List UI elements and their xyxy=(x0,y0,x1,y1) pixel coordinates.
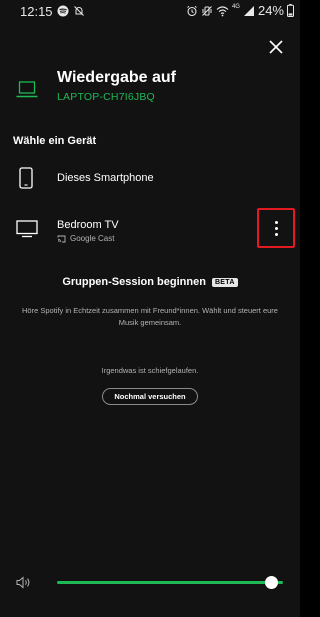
wifi-icon xyxy=(216,5,229,16)
error-message: Irgendwas ist schiefgelaufen. xyxy=(101,366,199,375)
volume-icon xyxy=(16,576,30,589)
tv-icon xyxy=(16,220,38,238)
alarm-icon xyxy=(187,5,197,16)
battery-percentage: 24% xyxy=(257,3,284,18)
spotify-icon xyxy=(57,5,69,17)
battery-icon xyxy=(287,4,294,17)
smartphone-icon xyxy=(19,167,33,189)
status-time: 12:15 xyxy=(20,4,53,19)
more-options-button[interactable] xyxy=(257,208,295,248)
playback-title: Wiedergabe auf xyxy=(57,69,176,86)
device-picker-screen: 12:15 4G 24% Wiedergabe auf LAPTOP-CH7I6… xyxy=(0,0,300,617)
network-type-label: 4G xyxy=(231,4,240,10)
device-name: Bedroom TV xyxy=(57,219,119,231)
more-options-icon xyxy=(274,220,278,224)
cast-icon xyxy=(57,235,66,242)
group-session-title: Gruppen-Session beginnen xyxy=(62,276,206,288)
group-session-row[interactable]: Gruppen-Session beginnen BETA xyxy=(0,276,300,288)
volume-slider-track[interactable] xyxy=(57,581,283,584)
volume-slider-thumb[interactable] xyxy=(265,576,279,589)
beta-badge: BETA xyxy=(211,277,238,287)
close-icon[interactable] xyxy=(266,37,286,57)
mute-icon xyxy=(74,6,84,16)
device-item-this-smartphone[interactable]: Dieses Smartphone xyxy=(0,162,300,196)
select-device-heading: Wähle ein Gerät xyxy=(13,135,97,147)
vibrate-off-icon xyxy=(202,5,212,16)
device-type-label: Google Cast xyxy=(70,234,115,243)
status-bar: 12:15 4G 24% xyxy=(0,0,300,24)
current-device-name: LAPTOP-CH7I6JBQ xyxy=(57,91,155,103)
retry-button[interactable]: Nochmal versuchen xyxy=(102,388,198,405)
device-name: Dieses Smartphone xyxy=(57,172,154,184)
device-item-bedroom-tv[interactable]: Bedroom TV Google Cast xyxy=(0,212,300,252)
group-session-description: Höre Spotify in Echtzeit zusammen mit Fr… xyxy=(22,306,278,327)
signal-icon xyxy=(243,5,254,16)
laptop-icon xyxy=(16,81,38,98)
